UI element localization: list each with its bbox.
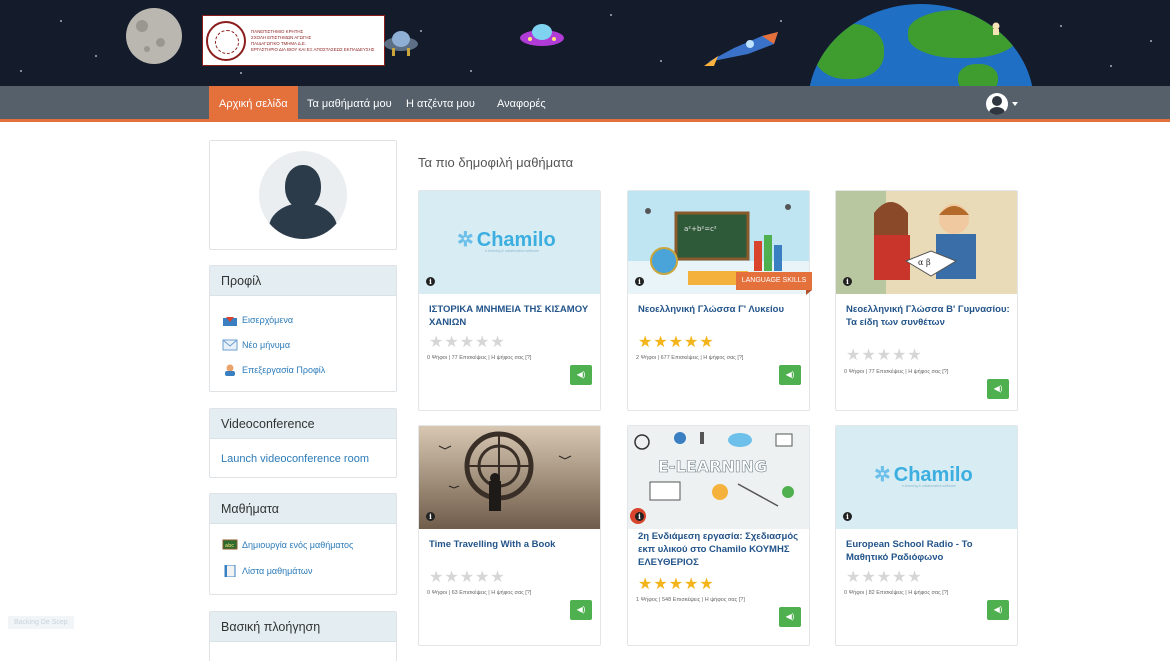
rating-stars[interactable]: ★★★★★: [638, 577, 715, 593]
nav-my-courses[interactable]: Τα μαθήματά μου: [297, 86, 402, 122]
course-thumbnail[interactable]: E-LEARNING: [628, 426, 809, 529]
chamilo-tagline: e-learning & collaboration software: [902, 484, 956, 488]
profile-panel: Προφίλ Εισερχόμενα Νέο μήνυμα Επεξεργασί…: [209, 265, 397, 392]
rating-stars[interactable]: ★★★★★: [429, 570, 506, 586]
logo-text: ΠΑΝΕΠΙΣΤΗΜΙΟ ΚΡΗΤΗΣ ΣΧΟΛΗ ΕΠΙΣΤΗΜΩΝ ΑΓΩΓ…: [251, 28, 375, 52]
ufo-icon: [384, 31, 418, 56]
courses-panel: Μαθήματα abc Δημιουργία ενός μαθήματος Λ…: [209, 493, 397, 595]
audio-button[interactable]: ◀): [987, 600, 1009, 620]
videoconference-panel-title: Videoconference: [210, 409, 396, 439]
moon-graphic: [126, 8, 182, 64]
course-meta: 1 Ψήφος | 548 Επισκέψεις | Η ψήφος σας […: [636, 597, 745, 603]
course-card[interactable]: i Time Travelling With a Book ★★★★★ 0 Ψή…: [418, 425, 601, 646]
course-thumbnail[interactable]: [419, 426, 600, 529]
profile-picture-panel: [209, 140, 397, 250]
course-thumbnail[interactable]: α β: [836, 191, 1017, 294]
info-icon[interactable]: i: [635, 277, 644, 286]
nav-my-agenda[interactable]: Η ατζέντα μου: [396, 86, 485, 122]
launch-videoconference-link[interactable]: Launch videoconference room: [221, 453, 369, 465]
info-icon[interactable]: i: [426, 277, 435, 286]
user-menu-icon[interactable]: [986, 93, 1008, 115]
rating-stars[interactable]: ★★★★★: [846, 348, 923, 364]
course-list-icon: [224, 565, 236, 577]
basic-navigation-panel: Βασική πλοήγηση: [209, 611, 397, 661]
course-meta: 0 Ψήφοι | 63 Επισκέψεις | Η ψήφος σας [?…: [427, 590, 532, 596]
audio-button[interactable]: ◀): [987, 379, 1009, 399]
course-list-link[interactable]: Λίστα μαθημάτων: [222, 565, 312, 577]
svg-text:abc: abc: [225, 543, 234, 549]
envelope-icon: [222, 339, 238, 351]
audio-button[interactable]: ◀): [570, 365, 592, 385]
faded-label: Backing De Scep: [8, 616, 74, 629]
course-card[interactable]: E-LEARNING i 2η Ενδιάμεση εργασία: Σχεδι…: [627, 425, 810, 646]
astronaut-icon: [992, 22, 1000, 35]
svg-text:a²+b²=c²: a²+b²=c²: [684, 225, 717, 233]
course-card[interactable]: a²+b²=c² LANGUAGE SKILLS i Νεοελληνική Γ…: [627, 190, 812, 411]
course-title[interactable]: Νεοελληνική Γλώσσα Γ' Λυκείου: [638, 303, 802, 316]
info-icon[interactable]: i: [426, 512, 435, 521]
header-banner: ΠΑΝΕΠΙΣΤΗΜΙΟ ΚΡΗΤΗΣ ΣΧΟΛΗ ΕΠΙΣΤΗΜΩΝ ΑΓΩΓ…: [0, 0, 1170, 86]
course-meta: 0 Ψήφοι | 82 Επισκέψεις | Η ψήφος σας [?…: [844, 590, 949, 596]
course-title[interactable]: Time Travelling With a Book: [429, 538, 593, 551]
course-card[interactable]: ✲ Chamilo e-learning & collaboration soft…: [835, 425, 1018, 646]
seal-icon: [206, 20, 246, 61]
page: ΠΑΝΕΠΙΣΤΗΜΙΟ ΚΡΗΤΗΣ ΣΧΟΛΗ ΕΠΙΣΤΗΜΩΝ ΑΓΩΓ…: [0, 0, 1170, 661]
videoconference-panel: Videoconference Launch videoconference r…: [209, 408, 397, 478]
new-message-link[interactable]: Νέο μήνυμα: [222, 339, 290, 351]
inbox-icon: [223, 317, 237, 326]
course-meta: 0 Ψήφοι | 77 Επισκέψεις | Η ψήφος σας [?…: [844, 369, 949, 375]
rocket-icon: [704, 32, 778, 66]
course-meta: 2 Ψήφοι | 677 Επισκέψεις | Η ψήφος σας […: [636, 355, 744, 361]
course-title[interactable]: European School Radio - Το Μαθητικό Ραδι…: [846, 538, 1010, 564]
course-card[interactable]: α β i Νεοελληνική Γλώσσα Β' Γυμνασίου: Τ…: [835, 190, 1018, 411]
section-title: Τα πιο δημοφιλή μαθήματα: [418, 155, 574, 170]
info-icon[interactable]: i: [635, 512, 644, 521]
info-icon[interactable]: i: [843, 512, 852, 521]
edit-profile-link[interactable]: Επεξεργασία Προφίλ: [222, 364, 325, 376]
audio-button[interactable]: ◀): [779, 607, 801, 627]
course-title[interactable]: ΙΣΤΟΡΙΚΑ ΜΝΗΜΕΙΑ ΤΗΣ ΚΙΣΑΜΟΥ ΧΑΝΙΩΝ: [429, 303, 593, 329]
edit-profile-icon: [225, 364, 235, 376]
course-title[interactable]: 2η Ενδιάμεση εργασία: Σχεδιασμός εκπ υλι…: [638, 530, 802, 569]
audio-button[interactable]: ◀): [570, 600, 592, 620]
category-ribbon: LANGUAGE SKILLS: [736, 272, 812, 295]
spaceship-icon: [520, 24, 564, 46]
earth-graphic: [808, 4, 1034, 86]
info-icon[interactable]: i: [843, 277, 852, 286]
create-course-link[interactable]: abc Δημιουργία ενός μαθήματος: [222, 539, 353, 551]
avatar[interactable]: [259, 151, 347, 239]
university-logo[interactable]: ΠΑΝΕΠΙΣΤΗΜΙΟ ΚΡΗΤΗΣ ΣΧΟΛΗ ΕΠΙΣΤΗΜΩΝ ΑΓΩΓ…: [202, 15, 385, 66]
elearning-illustration: E-LEARNING: [628, 426, 809, 529]
time-travel-illustration: [419, 426, 600, 529]
course-card[interactable]: ✲ Chamilo e-learning & collaboration soft…: [418, 190, 601, 411]
rating-stars[interactable]: ★★★★★: [638, 335, 715, 351]
inbox-link[interactable]: Εισερχόμενα: [222, 314, 293, 326]
nav-home[interactable]: Αρχική σελίδα: [209, 86, 298, 122]
profile-panel-title: Προφίλ: [210, 266, 396, 296]
courses-panel-title: Μαθήματα: [210, 494, 396, 524]
svg-text:E-LEARNING: E-LEARNING: [658, 457, 767, 476]
create-course-icon: abc: [222, 539, 238, 550]
chamilo-tagline: e-learning & collaboration software: [485, 249, 539, 253]
audio-button[interactable]: ◀): [779, 365, 801, 385]
course-title[interactable]: Νεοελληνική Γλώσσα Β' Γυμνασίου: Τα είδη…: [846, 303, 1010, 329]
course-thumbnail[interactable]: ✲ Chamilo e-learning & collaboration soft…: [419, 191, 600, 294]
rating-stars[interactable]: ★★★★★: [429, 335, 506, 351]
basic-navigation-panel-title: Βασική πλοήγηση: [210, 612, 396, 642]
nav-reports[interactable]: Αναφορές: [487, 86, 556, 122]
svg-text:α β: α β: [918, 258, 931, 267]
course-thumbnail[interactable]: ✲ Chamilo e-learning & collaboration soft…: [836, 426, 1017, 529]
children-reading-illustration: α β: [836, 191, 1017, 294]
course-meta: 0 Ψήφοι | 77 Επισκέψεις | Η ψήφος σας [?…: [427, 355, 532, 361]
rating-stars[interactable]: ★★★★★: [846, 570, 923, 586]
chevron-down-icon[interactable]: [1012, 102, 1018, 106]
